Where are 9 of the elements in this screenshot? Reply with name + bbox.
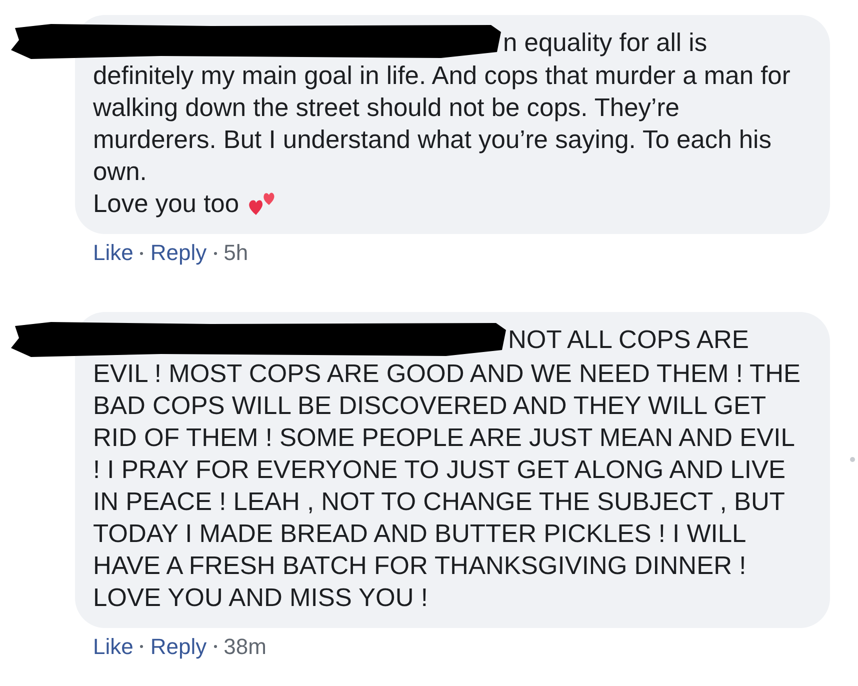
comment-text: n equality for all is definitely my main goal in life. And cops that murder a man for walking down the street should not be cops. They’re murderers. But I understand what you’re saying. To each his own. [93,27,808,188]
comment-action-link[interactable]: Like [93,238,134,268]
comment-action-link[interactable]: Like [93,632,134,662]
comment-action-link[interactable]: Reply [150,632,207,662]
comment-time: 5h [224,239,248,268]
comment-time: 38m [224,632,266,661]
comment-text: NOT ALL COPS ARE EVIL ! MOST COPS ARE GOOD AND WE NEED THEM ! THE BAD COPS WILL BE DISCOVERED AND THEY WILL GET RID OF THEM ! SOME PEOPLE ARE JUST MEAN AND EVIL ! I PRAY FOR EVERYONE TO JUST GET ALONG AND LIVE IN PEACE ! LEAH , NOT TO CHANGE THE SUBJECT , BUT TODAY I MADE BREAD AND BUTTER PICKLES ! I WILL HAVE A FRESH BATCH FOR THANKSGIVING DINNER ! LOVE YOU AND MISS YOU ! [93,324,808,614]
comment-text: Love you too [93,189,240,220]
comment-action-link[interactable]: Reply [150,238,207,268]
